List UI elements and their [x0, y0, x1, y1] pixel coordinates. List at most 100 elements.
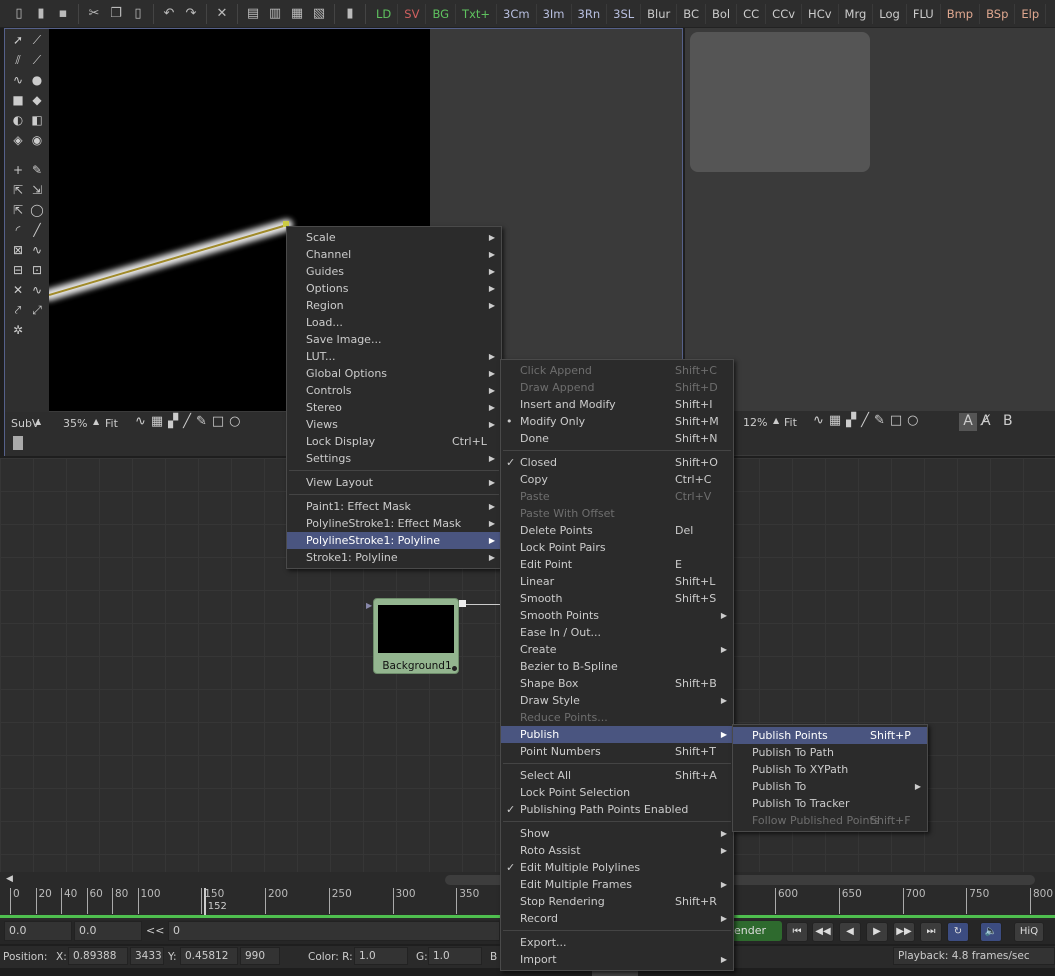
tool-button-bg[interactable]: BG [426, 3, 457, 24]
step-back-button[interactable]: ◀◀ [812, 922, 834, 942]
viewer-tools-icons[interactable]: ∿▦▞╱✎□○ [135, 414, 246, 429]
tool-button-bc[interactable]: BC [677, 3, 706, 24]
tool-button-ld[interactable]: LD [370, 3, 399, 24]
menu-item-views[interactable]: Views ▶ [287, 416, 501, 433]
menu-item-region[interactable]: Region ▶ [287, 297, 501, 314]
menu-item-publish-points[interactable]: Publish Points Shift+P [733, 727, 927, 744]
menu-item-shape-box[interactable]: Shape Box Shift+B [501, 675, 733, 692]
save-icon[interactable]: ▪ [52, 4, 74, 24]
menu-item-stop-rendering[interactable]: Stop Rendering Shift+R [501, 893, 733, 910]
cut-icon[interactable]: ✂ [83, 4, 105, 24]
menu-item-select-all[interactable]: Select All Shift+A [501, 767, 733, 784]
palette-tool-icon[interactable]: ⊠ [10, 242, 26, 258]
palette-tool-icon[interactable]: ✎ [29, 162, 45, 178]
menu-item-publish-to-xypath[interactable]: Publish To XYPath [733, 761, 927, 778]
go-end-button[interactable]: ⏭ [920, 922, 942, 942]
menu-item-publish-to-path[interactable]: Publish To Path [733, 744, 927, 761]
text-b-button[interactable]: B [1003, 413, 1013, 429]
palette-tool-icon[interactable]: ◯ [29, 202, 45, 218]
menu-item-load[interactable]: Load... [287, 314, 501, 331]
menu-item-edit-multiple-polylines[interactable]: ✓ Edit Multiple Polylines [501, 859, 733, 876]
menu-item-publish-to[interactable]: Publish To ▶ [733, 778, 927, 795]
menu-item-settings[interactable]: Settings ▶ [287, 450, 501, 467]
menu-item-paint1-effect-mask[interactable]: Paint1: Effect Mask ▶ [287, 498, 501, 515]
menu-item-smooth-points[interactable]: Smooth Points ▶ [501, 607, 733, 624]
tool-button-mrg[interactable]: Mrg [839, 3, 874, 24]
menu-item-create[interactable]: Create ▶ [501, 641, 733, 658]
menu-item-channel[interactable]: Channel ▶ [287, 246, 501, 263]
node-background1[interactable]: Background1 [373, 598, 466, 674]
menu-item-polylinestroke1-polyline[interactable]: PolylineStroke1: Polyline ▶ [287, 532, 501, 549]
palette-tool-icon[interactable]: ⇲ [29, 182, 45, 198]
menu-item-polylinestroke1-effect-mask[interactable]: PolylineStroke1: Effect Mask ▶ [287, 515, 501, 532]
menu-item-record[interactable]: Record ▶ [501, 910, 733, 927]
menu-item-export[interactable]: Export... [501, 934, 733, 951]
menu-item-scale[interactable]: Scale ▶ [287, 229, 501, 246]
palette-tool-icon[interactable]: ╱ [29, 222, 45, 238]
menu-item-publish-to-tracker[interactable]: Publish To Tracker [733, 795, 927, 812]
tool-button-cc[interactable]: CC [737, 3, 767, 24]
menu-item-smooth[interactable]: Smooth Shift+S [501, 590, 733, 607]
palette-tool-icon[interactable]: ⟋ [29, 52, 45, 68]
layout-2-icon[interactable]: ▥ [264, 4, 286, 24]
palette-tool-icon[interactable]: ⫽ [10, 52, 26, 68]
menu-item-delete-points[interactable]: Delete Points Del [501, 522, 733, 539]
redo-icon[interactable]: ↷ [180, 4, 202, 24]
palette-tool-icon[interactable]: ∿ [29, 282, 45, 298]
tool-button-3sl[interactable]: 3SL [607, 3, 642, 24]
paste-icon[interactable]: ▯ [127, 4, 149, 24]
step-forward-button[interactable]: ▶▶ [893, 922, 915, 942]
menu-item-global-options[interactable]: Global Options ▶ [287, 365, 501, 382]
text-a-button[interactable]: A [959, 413, 977, 431]
tool-button-bsp[interactable]: BSp [980, 3, 1016, 24]
palette-tool-icon[interactable]: ⇱ [10, 202, 26, 218]
layout-4-icon[interactable]: ▧ [308, 4, 330, 24]
tool-button-blur[interactable]: Blur [641, 3, 678, 24]
palette-tool-icon[interactable]: + [10, 162, 26, 178]
hiq-button[interactable]: HiQ [1014, 922, 1044, 942]
copy-icon[interactable]: ❐ [105, 4, 127, 24]
palette-tool-icon[interactable]: ⇱ [10, 182, 26, 198]
menu-item-edit-point[interactable]: Edit Point E [501, 556, 733, 573]
render-button[interactable]: ender [730, 921, 782, 941]
layout-3-icon[interactable]: ▦ [286, 4, 308, 24]
menu-item-lock-point-selection[interactable]: Lock Point Selection [501, 784, 733, 801]
tool-button-3im[interactable]: 3Im [537, 3, 572, 24]
tool-button-3rn[interactable]: 3Rn [572, 3, 608, 24]
play-reverse-button[interactable]: ◀ [839, 922, 861, 942]
palette-tool-icon[interactable]: ◜ [10, 222, 26, 238]
menu-item-lock-display[interactable]: Lock Display Ctrl+L [287, 433, 501, 450]
menu-item-stereo[interactable]: Stereo ▶ [287, 399, 501, 416]
tool-button-ccv[interactable]: CCv [766, 3, 803, 24]
palette-tool-icon[interactable]: ⟋ [29, 32, 45, 48]
new-file-icon[interactable]: ▯ [8, 4, 30, 24]
strike-a-icon[interactable]: A̸ [981, 413, 991, 429]
menu-item-linear[interactable]: Linear Shift+L [501, 573, 733, 590]
output-port[interactable] [459, 600, 466, 607]
menu-item-save-image[interactable]: Save Image... [287, 331, 501, 348]
tool-button-flu[interactable]: FLU [907, 3, 941, 24]
palette-tool-icon[interactable]: ➚ [10, 32, 26, 48]
palette-tool-icon[interactable]: ■ [10, 92, 26, 108]
zoom-level[interactable]: 35% [63, 417, 87, 430]
tool-button-hcv[interactable]: HCv [802, 3, 839, 24]
tool-button-sv[interactable]: SV [398, 3, 427, 24]
open-file-icon[interactable]: ▮ [30, 4, 52, 24]
menu-item-options[interactable]: Options ▶ [287, 280, 501, 297]
rewind-range-button[interactable]: << [146, 924, 164, 937]
fit-button[interactable]: Fit [784, 416, 797, 429]
menu-item-lut[interactable]: LUT... ▶ [287, 348, 501, 365]
palette-tool-icon[interactable]: ✲ [10, 322, 26, 338]
palette-tool-icon[interactable]: ⤤ [10, 302, 26, 318]
tool-button-log[interactable]: Log [873, 3, 907, 24]
palette-tool-icon[interactable]: ⤢ [29, 302, 45, 318]
menu-item-view-layout[interactable]: View Layout ▶ [287, 474, 501, 491]
playhead[interactable]: 152 [203, 888, 227, 915]
palette-tool-icon[interactable]: ∿ [29, 242, 45, 258]
viewer-tools-icons[interactable]: ∿▦▞╱✎□○ [813, 413, 924, 428]
tool-button-elp[interactable]: Elp [1015, 3, 1047, 24]
menu-item-modify-only[interactable]: • Modify Only Shift+M [501, 413, 733, 430]
current-time-field[interactable]: 0 [168, 921, 500, 941]
play-button[interactable]: ▶ [866, 922, 888, 942]
palette-tool-icon[interactable]: ◐ [10, 112, 26, 128]
